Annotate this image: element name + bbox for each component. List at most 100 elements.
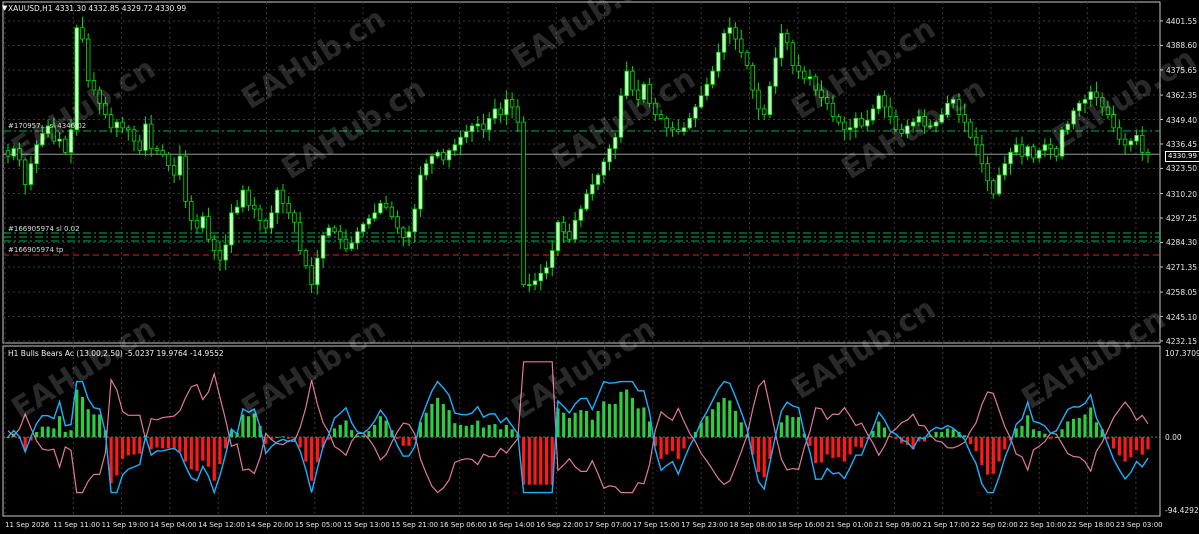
indicator-histogram-bar — [298, 437, 302, 448]
chart-window[interactable]: EAHub.cn EAHub.cn EAHub.cn EAHub.cn EAHub.cn… — [0, 0, 1199, 534]
trade-line-label-sl-1[interactable]: #170957... sl 4346.02 — [8, 122, 86, 130]
indicator-header: H1 Bulls Bears Ac (13.00,2.50) -5.0237 1… — [8, 349, 224, 358]
candle-body — [395, 216, 400, 229]
candle-body — [189, 201, 194, 221]
candle-body — [303, 250, 309, 267]
indicator-histogram-bar — [1060, 429, 1064, 438]
indicator-tick-label: -94.4292 — [1165, 506, 1199, 515]
candle-body — [126, 127, 131, 131]
price-tick-label: 4336.45 — [1166, 139, 1198, 149]
indicator-histogram-bar — [837, 437, 841, 458]
indicator-histogram-bar — [424, 412, 428, 438]
candle-body — [693, 106, 698, 119]
time-tick-label: 16 Sep 22:00 — [536, 521, 584, 529]
candle-body — [240, 189, 246, 208]
candle-body — [28, 163, 34, 185]
indicator-histogram-bar — [1089, 407, 1093, 438]
candle-body — [567, 231, 572, 240]
candle-body — [343, 238, 349, 250]
candle-body — [584, 193, 589, 210]
candle-body — [469, 125, 475, 133]
candle-body — [1048, 144, 1053, 150]
candle-body — [842, 121, 847, 131]
candle-body — [166, 153, 171, 167]
candle-body — [475, 123, 480, 127]
candle-body — [441, 151, 446, 161]
candle-body — [1002, 163, 1007, 176]
indicator-histogram-bar — [241, 414, 245, 438]
indicator-histogram-bar — [310, 437, 314, 481]
candle-body — [423, 163, 429, 176]
indicator-histogram-bar — [332, 428, 337, 438]
indicator-histogram-bar — [476, 420, 480, 438]
indicator-histogram-bar — [218, 437, 222, 465]
indicator-histogram-bar — [659, 437, 663, 459]
indicator-histogram-bar — [275, 437, 279, 439]
candle-body — [171, 165, 177, 176]
candle-body — [1134, 134, 1139, 142]
trade-line-label-sl-2[interactable]: #166905974 sl 0.02 — [8, 225, 80, 233]
indicator-histogram-bar — [533, 437, 537, 485]
indicator-histogram-bar — [676, 437, 680, 459]
indicator-histogram-bar — [877, 421, 881, 438]
candle-body — [194, 219, 200, 229]
indicator-histogram-bar — [607, 403, 612, 438]
candle-body — [979, 144, 985, 165]
indicator-tick-label: 0.00 — [1165, 433, 1182, 443]
candle-body — [212, 238, 217, 252]
candle-body — [452, 144, 458, 151]
time-tick-label: 15 Sep 21:00 — [391, 521, 439, 529]
price-tick-label: 4362.35 — [1166, 91, 1198, 101]
candle-body — [521, 121, 526, 286]
indicator-histogram-bar — [6, 437, 10, 439]
time-tick-label: 16 Sep 14:00 — [488, 521, 535, 529]
indicator-histogram-bar — [430, 403, 434, 438]
indicator-histogram-bar — [619, 391, 623, 438]
candle-body — [991, 180, 996, 195]
candle-body — [515, 106, 521, 123]
candle-body — [1117, 127, 1122, 140]
indicator-histogram-bar — [716, 402, 720, 438]
price-tick-label: 4349.40 — [1166, 115, 1198, 125]
indicator-histogram-bar — [590, 419, 594, 438]
collapse-arrow-icon[interactable]: ▼ — [2, 4, 7, 12]
indicator-histogram-bar — [126, 437, 130, 456]
candle-body — [137, 140, 142, 151]
indicator-histogram-bar — [40, 426, 44, 438]
indicator-histogram-bar — [98, 414, 102, 438]
indicator-histogram-bar — [69, 430, 73, 438]
candle-body — [847, 127, 853, 131]
price-tick-label: 4271.35 — [1166, 262, 1198, 272]
candle-body — [853, 117, 859, 129]
current-price-tag: 4330.99 — [1165, 151, 1199, 162]
candle-body — [498, 108, 503, 116]
indicator-histogram-bar — [579, 410, 583, 438]
candle-body — [790, 42, 796, 66]
price-tick-label: 4323.50 — [1166, 164, 1198, 174]
candle-body — [332, 227, 337, 233]
indicator-histogram-bar — [1077, 417, 1081, 438]
indicator-histogram-bar — [756, 437, 761, 473]
chart-canvas[interactable]: EAHub.cn EAHub.cnEAHub.cnEAHub.cnEAHub.cn… — [0, 0, 1199, 534]
time-tick-label: 21 Sep 17:00 — [922, 521, 970, 529]
candle-body — [704, 83, 710, 97]
indicator-histogram-bar — [155, 437, 159, 448]
indicator-histogram-bar — [831, 437, 835, 459]
trade-line-label-tp[interactable]: #166905974 tp — [8, 246, 63, 254]
indicator-histogram-bar — [458, 424, 463, 438]
indicator-histogram-bar — [378, 416, 382, 438]
price-tick-label: 4388.60 — [1166, 41, 1198, 51]
candle-body — [429, 155, 435, 165]
indicator-histogram-bar — [470, 424, 474, 438]
indicator-histogram-bar — [35, 431, 39, 438]
candle-body — [882, 95, 887, 108]
candle-body — [315, 257, 320, 286]
indicator-histogram-bar — [584, 410, 589, 438]
indicator-histogram-bar — [722, 397, 726, 438]
candle-body — [257, 208, 263, 221]
candle-body — [836, 116, 841, 123]
indicator-histogram-bar — [373, 424, 377, 438]
indicator-histogram-bar — [407, 437, 411, 446]
indicator-histogram-bar — [172, 437, 176, 449]
time-tick-label: 18 Sep 08:00 — [729, 521, 777, 529]
